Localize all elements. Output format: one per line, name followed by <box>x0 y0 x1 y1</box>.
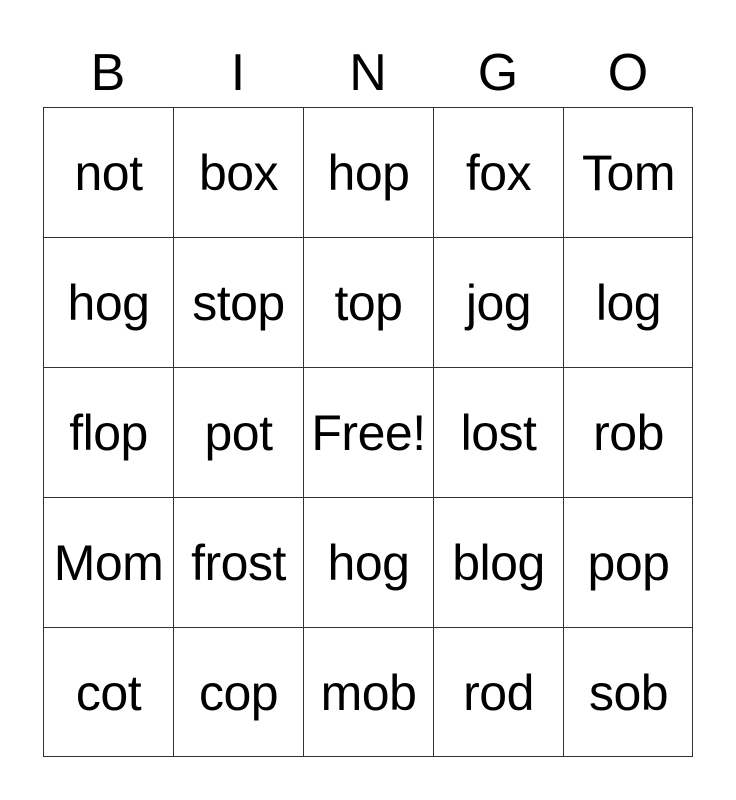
bingo-cell[interactable]: pot <box>173 367 303 497</box>
bingo-cell[interactable]: rob <box>563 367 693 497</box>
bingo-cell[interactable]: hop <box>303 107 433 237</box>
bingo-cell[interactable]: Mom <box>43 497 173 627</box>
header-letter-n: N <box>349 44 387 102</box>
bingo-cell[interactable]: jog <box>433 237 563 367</box>
bingo-cell[interactable]: log <box>563 237 693 367</box>
bingo-cell[interactable]: mob <box>303 627 433 757</box>
bingo-cell[interactable]: top <box>303 237 433 367</box>
bingo-header: B I N G O <box>43 40 693 107</box>
bingo-cell[interactable]: Tom <box>563 107 693 237</box>
header-letter-b: B <box>90 44 126 102</box>
bingo-cell[interactable]: pop <box>563 497 693 627</box>
bingo-cell[interactable]: lost <box>433 367 563 497</box>
header-letter-o: O <box>607 44 649 102</box>
bingo-cell[interactable]: sob <box>563 627 693 757</box>
bingo-cell[interactable]: fox <box>433 107 563 237</box>
header-letter-g: G <box>477 44 519 102</box>
bingo-cell[interactable]: not <box>43 107 173 237</box>
bingo-card-grid: not box hop fox Tom hog stop top jog log… <box>43 107 693 757</box>
bingo-cell[interactable]: box <box>173 107 303 237</box>
bingo-cell[interactable]: cot <box>43 627 173 757</box>
bingo-cell[interactable]: hog <box>303 497 433 627</box>
bingo-cell[interactable]: stop <box>173 237 303 367</box>
bingo-cell[interactable]: flop <box>43 367 173 497</box>
bingo-cell[interactable]: frost <box>173 497 303 627</box>
bingo-cell[interactable]: cop <box>173 627 303 757</box>
header-letter-i: I <box>230 44 246 102</box>
bingo-cell[interactable]: blog <box>433 497 563 627</box>
bingo-cell[interactable]: rod <box>433 627 563 757</box>
free-space-cell[interactable]: Free! <box>303 367 433 497</box>
bingo-cell[interactable]: hog <box>43 237 173 367</box>
